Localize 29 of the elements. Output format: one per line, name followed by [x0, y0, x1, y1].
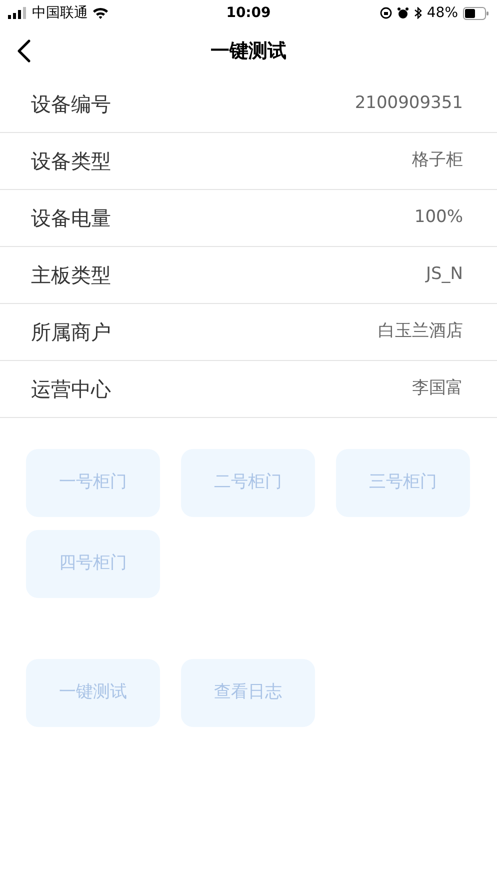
bluetooth-icon	[414, 7, 422, 19]
field-label: 主板类型	[31, 262, 111, 289]
wifi-icon	[92, 7, 109, 19]
back-icon	[17, 39, 31, 63]
field-label: 设备电量	[31, 205, 111, 232]
field-label: 运营中心	[31, 376, 111, 403]
field-value: 100%	[414, 206, 463, 230]
rotation-lock-icon	[380, 7, 392, 19]
status-time: 10:09	[226, 4, 271, 20]
field-value: 白玉兰酒店	[378, 320, 463, 344]
battery-icon	[463, 6, 489, 20]
door-button[interactable]: 一号柜门	[26, 449, 160, 517]
door-button[interactable]: 二号柜门	[181, 449, 315, 517]
carrier-name: 中国联通	[32, 4, 88, 22]
alarm-icon	[396, 7, 409, 19]
action-button[interactable]: 查看日志	[181, 659, 315, 727]
field-value: 格子柜	[412, 149, 463, 172]
signal-icon	[8, 7, 28, 19]
door-button[interactable]: 四号柜门	[26, 530, 160, 598]
field-value: 李国富	[412, 377, 463, 400]
field-label: 设备类型	[31, 148, 111, 175]
action-button[interactable]: 一键测试	[26, 659, 160, 727]
field-label: 所属商户	[31, 319, 111, 346]
field-label: 设备编号	[31, 91, 111, 118]
battery-percent: 48%	[426, 4, 458, 22]
door-button[interactable]: 三号柜门	[336, 449, 470, 517]
page-title: 一键测试	[210, 38, 286, 64]
field-value: JS_N	[426, 263, 463, 286]
field-value: 2100909351	[354, 92, 463, 116]
